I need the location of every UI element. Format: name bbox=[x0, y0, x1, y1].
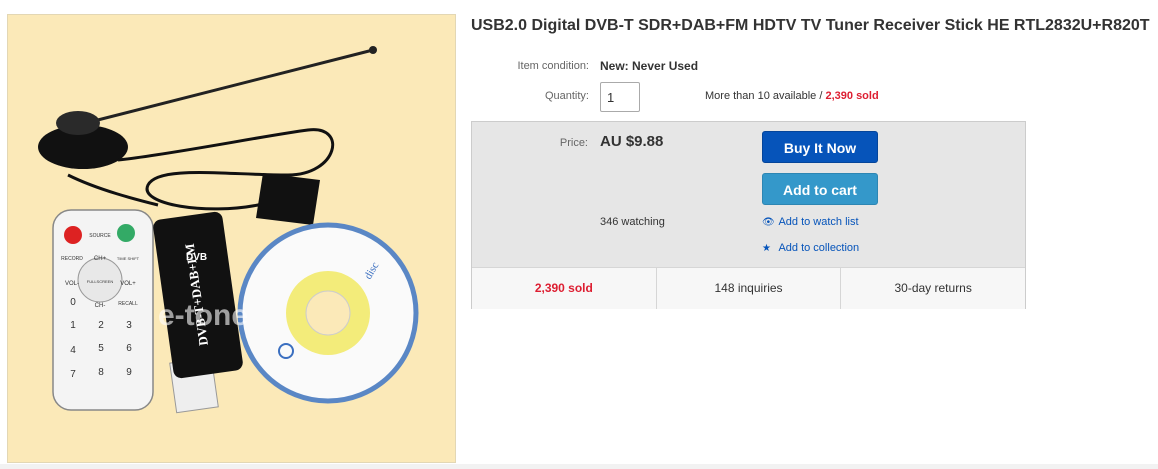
antenna-cable-2 bbox=[67, 173, 159, 207]
remote-label-timeshift: TIME SHIFT bbox=[117, 256, 140, 261]
remote-label-5: 5 bbox=[98, 343, 104, 354]
cd-disc: disc bbox=[237, 222, 419, 404]
buy-it-now-button[interactable]: Buy It Now bbox=[762, 131, 878, 163]
remote-label-2: 2 bbox=[98, 320, 104, 331]
remote-label-fullscreen: FULLSCREEN bbox=[87, 279, 114, 284]
listing-title: USB2.0 Digital DVB-T SDR+DAB+FM HDTV TV … bbox=[471, 17, 1150, 34]
product-image[interactable]: SOURCE RECORD TIME SHIFT CH+ VOL- FULLSC… bbox=[7, 14, 456, 463]
collection-label: Add to collection bbox=[778, 242, 860, 254]
antenna-rod bbox=[77, 48, 374, 127]
stat-inquiries: 148 inquiries bbox=[657, 268, 842, 309]
usb-cap bbox=[256, 173, 320, 225]
remote-label-chminus: CH- bbox=[95, 303, 106, 309]
remote-label-3: 3 bbox=[126, 320, 132, 331]
remote-label-record: RECORD bbox=[61, 256, 83, 262]
antenna-tip bbox=[369, 46, 377, 54]
stat-sold[interactable]: 2,390 sold bbox=[472, 268, 657, 309]
divider bbox=[0, 464, 1158, 469]
star-icon: ★ bbox=[762, 243, 771, 254]
condition-label: Item condition: bbox=[517, 60, 589, 72]
price-label: Price: bbox=[559, 137, 588, 149]
remote-label-volminus: VOL- bbox=[65, 281, 79, 287]
remote-label-6: 6 bbox=[126, 343, 132, 354]
sold-count-link[interactable]: 2,390 sold bbox=[825, 90, 878, 102]
remote-label-source: SOURCE bbox=[89, 233, 111, 239]
availability-text: More than 10 available / bbox=[705, 90, 823, 102]
dvb-logo: DVB bbox=[186, 252, 207, 263]
remote-label-8: 8 bbox=[98, 367, 104, 378]
remote-control: SOURCE RECORD TIME SHIFT CH+ VOL- FULLSC… bbox=[52, 209, 154, 411]
remote-label-chplus: CH+ bbox=[94, 256, 107, 262]
remote-label-7: 7 bbox=[70, 369, 76, 380]
remote-label-4: 4 bbox=[70, 345, 76, 356]
remote-label-9: 9 bbox=[126, 367, 132, 378]
antenna-base-top bbox=[56, 111, 100, 135]
add-to-watch-list-link[interactable]: 👁︎ Add to watch list bbox=[762, 216, 859, 228]
remote-label-volplus: VOL+ bbox=[120, 281, 136, 287]
stat-returns: 30-day returns bbox=[894, 281, 972, 295]
watch-list-label: Add to watch list bbox=[778, 216, 859, 228]
watermark: e-tone bbox=[158, 299, 248, 332]
remote-label-0: 0 bbox=[70, 297, 76, 308]
watching-count: 346 watching bbox=[600, 216, 665, 228]
product-photo: SOURCE RECORD TIME SHIFT CH+ VOL- FULLSC… bbox=[38, 46, 419, 414]
quantity-label: Quantity: bbox=[544, 90, 589, 102]
condition-value: New: Never Used bbox=[600, 59, 699, 73]
stats-bar: 2,390 sold 148 inquiries 30-day returns bbox=[472, 267, 1025, 309]
price-value: AU $9.88 bbox=[600, 133, 664, 150]
quantity-input[interactable] bbox=[600, 82, 640, 112]
eye-icon: 👁︎ bbox=[762, 217, 775, 228]
remote-label-recall: RECALL bbox=[118, 301, 138, 307]
remote-label-1: 1 bbox=[70, 320, 76, 331]
add-to-collection-link[interactable]: ★ Add to collection bbox=[762, 242, 859, 254]
availability: More than 10 available / 2,390 sold bbox=[705, 90, 879, 102]
add-to-cart-button[interactable]: Add to cart bbox=[762, 173, 878, 205]
